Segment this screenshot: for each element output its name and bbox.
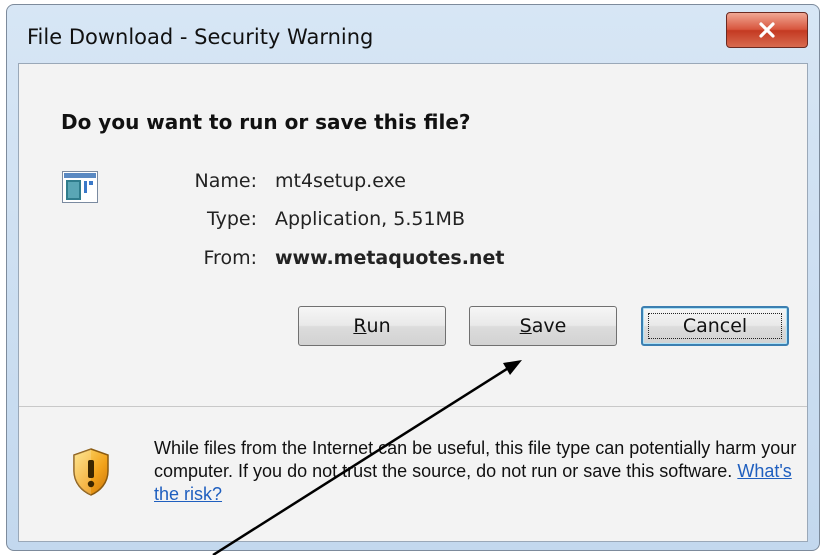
file-source-row: From: www.metaquotes.net: [19, 247, 799, 277]
name-label: Name:: [194, 170, 257, 192]
focus-rectangle: [648, 313, 782, 339]
window-title: File Download - Security Warning: [27, 25, 374, 49]
from-label: From:: [203, 247, 257, 269]
save-label: ave: [531, 315, 567, 337]
warning-message: While files from the Internet can be use…: [154, 437, 804, 506]
security-warning-panel: While files from the Internet can be use…: [19, 407, 807, 541]
run-label: un: [366, 315, 391, 337]
dialog-heading: Do you want to run or save this file?: [61, 110, 471, 134]
close-button[interactable]: [726, 12, 808, 48]
save-mnemonic: S: [519, 315, 532, 337]
run-button[interactable]: Run: [298, 306, 446, 346]
type-label: Type:: [206, 208, 257, 230]
file-name-value: mt4setup.exe: [275, 170, 406, 192]
file-source-value: www.metaquotes.net: [275, 247, 505, 269]
dialog-content: Do you want to run or save this file? Na…: [18, 63, 808, 542]
file-type-row: Type: Application, 5.51MB: [19, 208, 799, 238]
file-name-row: Name: mt4setup.exe: [19, 170, 799, 200]
file-type-value: Application, 5.51MB: [275, 208, 465, 230]
run-mnemonic: R: [353, 315, 367, 337]
cancel-button[interactable]: Cancel: [641, 306, 789, 346]
save-button[interactable]: Save: [469, 306, 617, 346]
security-shield-warning-icon: [73, 448, 109, 496]
file-download-dialog: File Download - Security Warning Do you …: [6, 4, 820, 551]
close-x-icon: [759, 22, 775, 38]
warning-text: While files from the Internet can be use…: [154, 438, 797, 481]
title-bar[interactable]: File Download - Security Warning: [7, 5, 819, 63]
